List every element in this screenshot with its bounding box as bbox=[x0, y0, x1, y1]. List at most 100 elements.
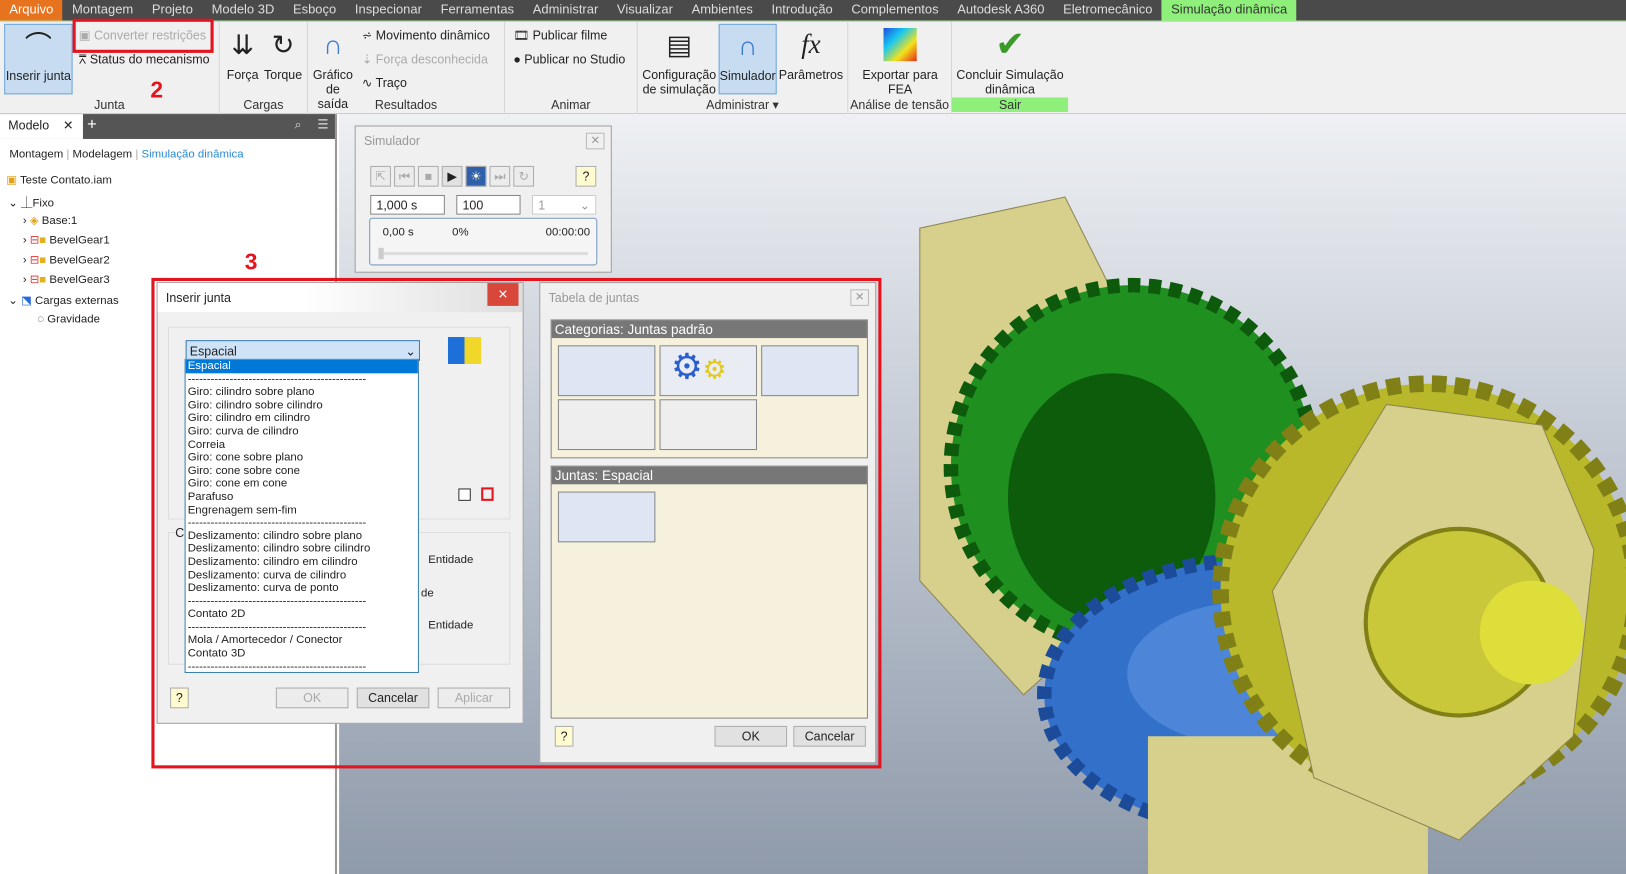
finish-simulation-button[interactable]: ✔ Concluir Simulação dinâmica bbox=[952, 24, 1068, 96]
trace-button[interactable]: ∿ Traço bbox=[362, 75, 407, 92]
stop-button[interactable]: ■ bbox=[417, 165, 439, 187]
tab-administrar[interactable]: Administrar bbox=[523, 0, 607, 21]
simulator-window: Simulador ✕ ⇱ ⏮ ■ ▶ ☀ ⏭ ↻ ? 1,000 s 100 1… bbox=[354, 125, 612, 273]
time-slider[interactable] bbox=[378, 247, 588, 260]
tab-modelo-3d[interactable]: Modelo 3D bbox=[202, 0, 283, 21]
graph-icon: ∩ bbox=[323, 29, 343, 61]
panel-label: Animar bbox=[551, 97, 591, 112]
tree-item-bevelgear3[interactable]: › ⊟■ BevelGear3 bbox=[23, 273, 110, 286]
assembly-icon: ▣ bbox=[6, 174, 18, 187]
panel-label: Análise de tensão bbox=[850, 97, 950, 112]
mode-montagem[interactable]: Montagem bbox=[9, 148, 63, 160]
progress-panel: 0,00 s 0% 00:00:00 bbox=[369, 217, 598, 266]
tab-esboco[interactable]: Esboço bbox=[284, 0, 346, 21]
close-button[interactable]: ✕ bbox=[585, 132, 605, 150]
tree-item-external-loads[interactable]: ⌄ ⬔ Cargas externas bbox=[8, 293, 118, 307]
slider-thumb[interactable] bbox=[378, 247, 384, 260]
end-button[interactable]: ⏭ bbox=[489, 165, 511, 187]
play-button[interactable]: ▶ bbox=[441, 165, 463, 187]
force-icon: ⇊ bbox=[231, 29, 254, 61]
ground-icon: ⏊ bbox=[21, 197, 33, 210]
panel-administrar: ▤ Configuração de simulação ∩ Simulador fx… bbox=[638, 21, 849, 115]
window-title: Simulador bbox=[363, 133, 421, 149]
checkmark-icon: ✔ bbox=[995, 24, 1025, 65]
panel-label: Junta bbox=[94, 97, 125, 112]
tree-item-bevelgear1[interactable]: › ⊟■ BevelGear1 bbox=[23, 233, 110, 246]
panel-label: Sair bbox=[951, 97, 1069, 112]
force-button[interactable]: ⇊ Força bbox=[224, 24, 261, 82]
publish-movie-button[interactable]: 🎞 Publicar filme bbox=[513, 27, 607, 44]
close-icon[interactable]: ✕ bbox=[63, 118, 73, 133]
mode-modelagem[interactable]: Modelagem bbox=[73, 148, 133, 160]
tree-item-assembly[interactable]: ▣ Teste Contato.iam bbox=[6, 173, 112, 186]
tree-item-fixo[interactable]: ⌄ ⏊Fixo bbox=[8, 194, 54, 211]
mode-simulacao[interactable]: Simulação dinâmica bbox=[141, 148, 243, 160]
tab-montagem[interactable]: Montagem bbox=[63, 0, 143, 21]
fx-icon: fx bbox=[801, 29, 821, 60]
annotation-box-2 bbox=[72, 18, 214, 53]
search-icon[interactable]: ⌕ bbox=[295, 117, 302, 133]
tab-arquivo[interactable]: Arquivo bbox=[0, 0, 63, 21]
ribbon: ⌒ Inserir junta ▣ Converter restrições ⩞ … bbox=[0, 20, 1626, 115]
publish-studio-button[interactable]: ● Publicar no Studio bbox=[513, 51, 625, 68]
steps-field[interactable]: 100 bbox=[456, 194, 521, 215]
menu-icon[interactable]: ☰ bbox=[317, 117, 328, 132]
tab-complementos[interactable]: Complementos bbox=[842, 0, 948, 21]
unknown-force-button[interactable]: ⇣ Força desconhecida bbox=[362, 51, 488, 68]
export-fea-button[interactable]: Exportar para FEA bbox=[850, 24, 950, 96]
simulator-icon: ∩ bbox=[737, 30, 758, 62]
browser-tabs: Modelo ✕ + ⌕ ☰ bbox=[0, 114, 335, 139]
part-icon: ■ bbox=[39, 254, 47, 267]
tree-item-gravity[interactable]: ◌ Gravidade bbox=[37, 313, 100, 325]
tab-introducao[interactable]: Introdução bbox=[762, 0, 842, 21]
insert-joint-button[interactable]: ⌒ Inserir junta bbox=[4, 23, 73, 95]
construction-mode-button[interactable]: ⇱ bbox=[370, 165, 391, 187]
tab-visualizar[interactable]: Visualizar bbox=[608, 0, 683, 21]
rewind-button[interactable]: ⏮ bbox=[394, 165, 415, 187]
panel-label: Resultados bbox=[374, 97, 438, 112]
tab-eletromecanico[interactable]: Eletromecânico bbox=[1054, 0, 1162, 21]
tab-ambientes[interactable]: Ambientes bbox=[682, 0, 762, 21]
joint-icon: ⊟ bbox=[29, 273, 40, 287]
dynamic-motion-button[interactable]: ⩫ Movimento dinâmico bbox=[362, 27, 490, 44]
settings-icon: ▤ bbox=[666, 29, 692, 61]
tree-item-bevelgear2[interactable]: › ⊟■ BevelGear2 bbox=[23, 253, 110, 266]
simulator-button[interactable]: ∩ Simulador bbox=[718, 23, 777, 95]
torque-icon: ↻ bbox=[271, 29, 295, 61]
panel-animar: 🎞 Publicar filme ● Publicar no Studio An… bbox=[505, 21, 638, 115]
joint-icon: ⊟ bbox=[29, 234, 40, 247]
panel-resultados: ∩ Gráfico de saída ⩫ Movimento dinâmico ⇣… bbox=[308, 21, 506, 115]
help-button[interactable]: ? bbox=[575, 165, 597, 187]
gravity-icon: ◌ bbox=[37, 313, 45, 326]
rate-select[interactable]: 1 ⌄ bbox=[531, 194, 597, 215]
parameters-button[interactable]: fx Parâmetros bbox=[779, 24, 843, 82]
progress-percent: 0% bbox=[452, 226, 469, 239]
joint-icon: ⊟ bbox=[29, 254, 40, 267]
tab-inspecionar[interactable]: Inspecionar bbox=[346, 0, 432, 21]
part-icon: ■ bbox=[39, 234, 47, 247]
ribbon-tabs: Arquivo Montagem Projeto Modelo 3D Esboç… bbox=[0, 0, 1626, 21]
torque-button[interactable]: ↻ Torque bbox=[261, 24, 305, 82]
panel-sair: ✔ Concluir Simulação dinâmica Sair bbox=[951, 22, 1069, 114]
loop-button[interactable]: ↻ bbox=[513, 165, 535, 187]
tab-ferramentas[interactable]: Ferramentas bbox=[431, 0, 523, 21]
add-tab-icon[interactable]: + bbox=[87, 116, 97, 135]
administrar-dropdown[interactable]: Administrar ▾ bbox=[638, 97, 847, 112]
tab-modelo[interactable]: Modelo ✕ bbox=[0, 114, 83, 139]
tab-simulacao-dinamica[interactable]: Simulação dinâmica bbox=[1161, 0, 1297, 21]
part-icon: ◈ bbox=[29, 214, 39, 228]
tab-projeto[interactable]: Projeto bbox=[143, 0, 203, 21]
elapsed-clock: 00:00:00 bbox=[545, 226, 591, 239]
screen-refresh-button[interactable]: ☀ bbox=[465, 165, 487, 187]
tab-a360[interactable]: Autodesk A360 bbox=[948, 0, 1054, 21]
simulation-settings-button[interactable]: ▤ Configuração de simulação bbox=[642, 24, 717, 96]
current-time: 0,00 s bbox=[382, 226, 414, 239]
panel-cargas: ⇊ Força ↻ Torque Cargas bbox=[220, 21, 308, 115]
panel-label: Cargas bbox=[243, 97, 284, 112]
tree-item-base[interactable]: › ◈ Base:1 bbox=[23, 214, 77, 227]
annotation-number-3: 3 bbox=[244, 248, 258, 275]
panel-analise: Exportar para FEA Análise de tensão bbox=[848, 21, 952, 115]
mechanism-status-button[interactable]: ⩞ Status do mecanismo bbox=[79, 51, 210, 68]
end-time-field[interactable]: 1,000 s bbox=[370, 194, 445, 215]
loads-icon: ⬔ bbox=[21, 294, 32, 307]
